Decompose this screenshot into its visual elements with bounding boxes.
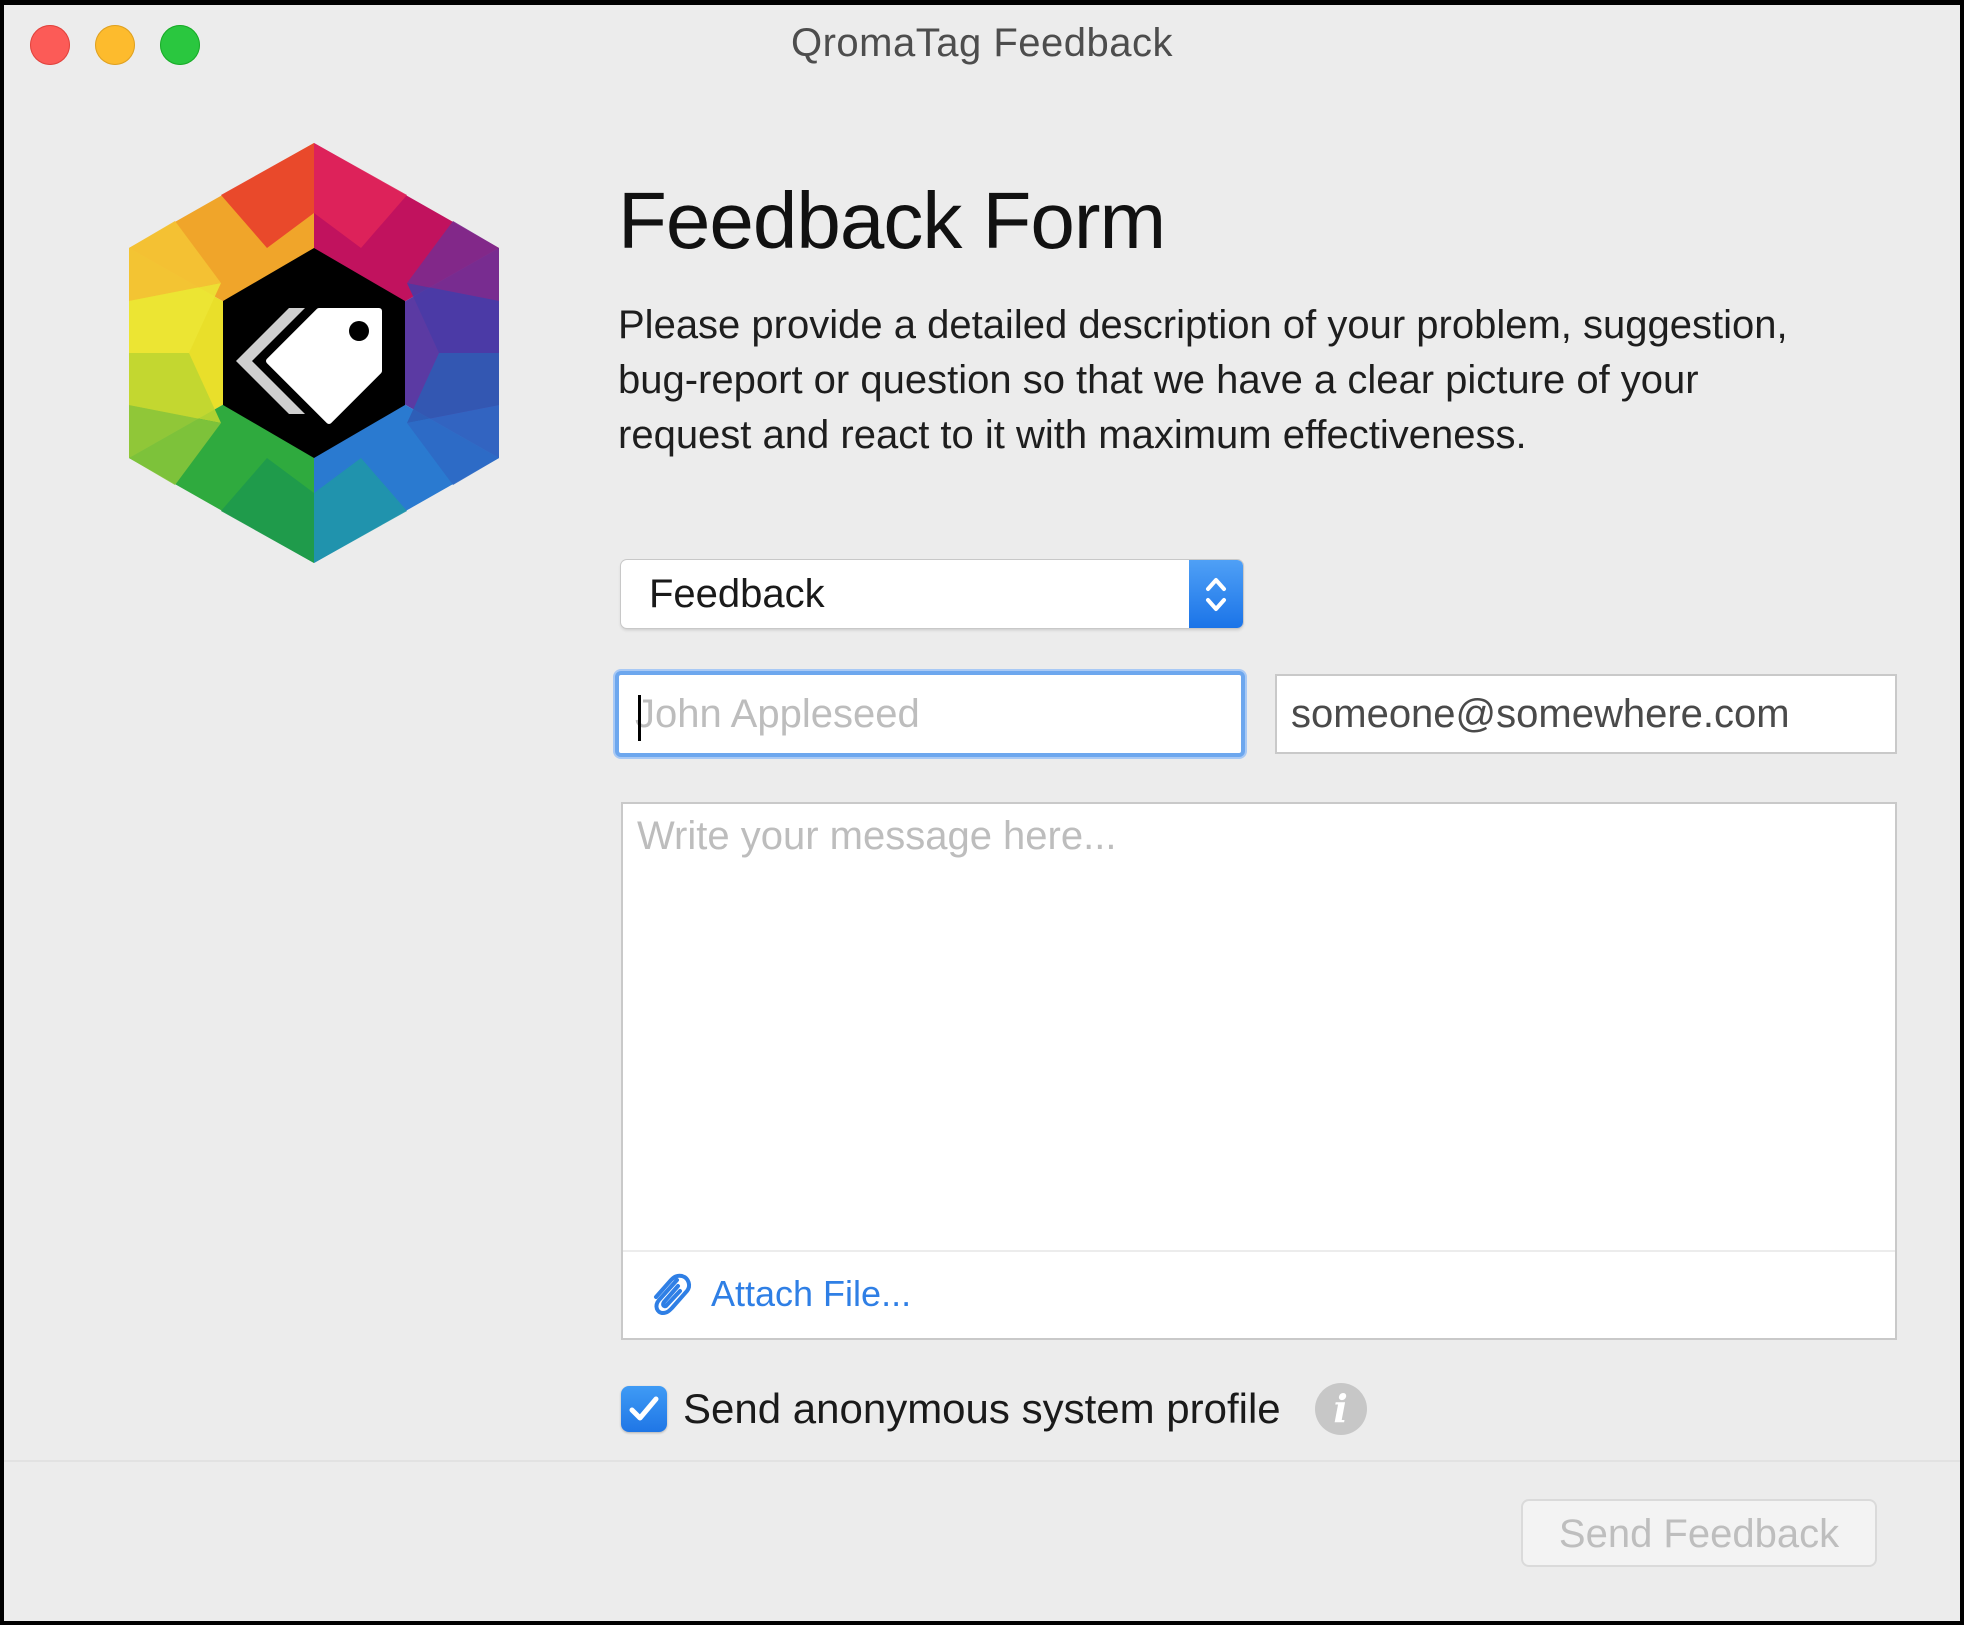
message-textarea[interactable] (623, 804, 1895, 1246)
form-title: Feedback Form (618, 176, 1166, 265)
paperclip-icon (654, 1273, 692, 1316)
attachment-bar: Attach File... (623, 1250, 1895, 1340)
form-description: Please provide a detailed description of… (618, 303, 1788, 457)
email-field[interactable] (1275, 674, 1897, 754)
system-profile-label[interactable]: Send anonymous system profile (683, 1385, 1281, 1433)
feedback-type-select[interactable]: Feedback (621, 560, 1243, 628)
email-input[interactable] (1277, 676, 1895, 752)
system-profile-row: Send anonymous system profile i (621, 1383, 1367, 1435)
info-icon[interactable]: i (1314, 1383, 1367, 1435)
system-profile-checkbox[interactable] (621, 1386, 667, 1432)
footer-divider (4, 1460, 1960, 1462)
name-field[interactable] (615, 671, 1245, 757)
feedback-type-value: Feedback (649, 572, 825, 616)
name-input[interactable] (619, 675, 1241, 753)
title-bar[interactable]: QromaTag Feedback (4, 5, 1960, 85)
send-feedback-button[interactable]: Send Feedback (1521, 1499, 1877, 1567)
attach-file-button[interactable]: Attach File... (647, 1270, 911, 1318)
qromatag-logo-icon (129, 143, 499, 563)
window-title: QromaTag Feedback (790, 21, 1173, 65)
text-caret (638, 695, 641, 741)
feedback-window: QromaTag Feedback Feedback Form Please p… (4, 5, 1960, 1621)
attach-file-label: Attach File... (711, 1273, 912, 1314)
message-box: Attach File... (621, 802, 1897, 1340)
chevron-up-down-icon[interactable] (1189, 560, 1243, 628)
checkmark-icon (629, 1396, 659, 1421)
